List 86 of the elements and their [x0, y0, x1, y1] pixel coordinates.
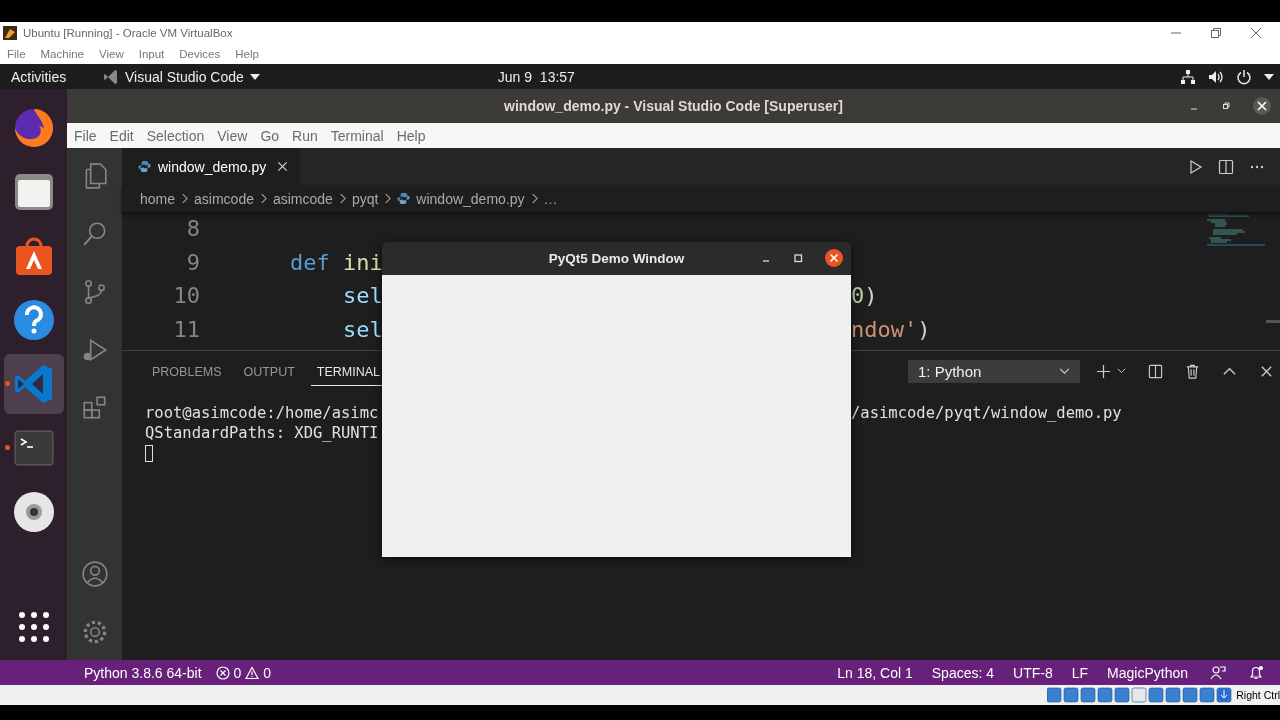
menu-item[interactable]: View — [99, 48, 124, 60]
menu-item[interactable]: Help — [396, 127, 426, 144]
problems-indicator[interactable]: 0 0 — [215, 664, 272, 681]
status-item[interactable]: Spaces: 4 — [931, 664, 995, 681]
menu-item[interactable]: Go — [260, 127, 280, 144]
text-cursor — [145, 444, 153, 462]
code-text: sel — [341, 316, 383, 342]
menu-item[interactable]: Help — [235, 48, 259, 60]
chevron-icon[interactable] — [1117, 368, 1126, 374]
terminal-select[interactable]: 1: Python — [908, 359, 1080, 383]
caret-icon — [249, 73, 260, 80]
bell-icon[interactable] — [1248, 664, 1264, 681]
minimap-drawing — [1206, 212, 1266, 248]
account-icon[interactable] — [80, 560, 109, 588]
close-icon[interactable] — [1252, 96, 1272, 116]
activities-button[interactable]: Activities — [0, 68, 103, 85]
run-icon[interactable] — [1187, 158, 1203, 175]
terminal-text: QStandardPaths: XDG_RUNTI — [145, 424, 379, 442]
chevron-icon — [338, 193, 346, 204]
app-icon — [3, 26, 17, 40]
clock[interactable]: Jun 9 13:57 — [497, 68, 575, 85]
code-text: 0) — [851, 283, 878, 309]
terminal-text: root@asimcode:/home/asimc — [145, 404, 379, 422]
window-title: PyQt5 Demo Window — [548, 251, 685, 266]
extensions-icon[interactable] — [80, 394, 109, 422]
power-icon[interactable] — [1236, 68, 1252, 85]
panel-tab[interactable]: OUTPUT — [237, 356, 301, 386]
menu-item[interactable]: Devices — [179, 48, 221, 60]
python-file-icon — [397, 192, 411, 205]
menu-item[interactable]: View — [217, 127, 248, 144]
chevron-icon — [530, 193, 538, 204]
editor-tab[interactable]: window_demo.py — [122, 148, 301, 185]
breadcrumb-item[interactable]: window_demo.py — [416, 190, 525, 207]
host-key-label: Right Ctrl — [1236, 689, 1280, 701]
code-text: ndow') — [851, 316, 931, 342]
network-icon[interactable] — [1180, 68, 1196, 85]
status-item[interactable]: LF — [1071, 664, 1089, 681]
breadcrumb-item[interactable]: asimcode — [272, 190, 333, 207]
app-menu[interactable]: Visual Studio Code — [103, 68, 260, 85]
menu-item[interactable]: File — [7, 48, 26, 60]
menu-item[interactable]: Edit — [109, 127, 134, 144]
help-icon — [11, 298, 56, 342]
chevron-icon — [1059, 367, 1070, 375]
code-text: sel — [341, 283, 383, 309]
window-title: Ubuntu [Running] - Oracle VM VirtualBox — [23, 27, 233, 39]
plus-icon[interactable] — [1096, 363, 1111, 379]
chevron-icon — [259, 193, 267, 204]
code-editor-icon — [103, 68, 119, 85]
status-item[interactable]: Ln 18, Col 1 — [837, 664, 913, 681]
line-number: 8 — [185, 216, 200, 242]
split-terminal-icon[interactable] — [1148, 363, 1163, 379]
restore-icon[interactable] — [1220, 100, 1232, 112]
menu-item[interactable]: Run — [292, 127, 318, 144]
split-editor-icon[interactable] — [1218, 158, 1234, 175]
menu-item[interactable]: Terminal — [330, 127, 384, 144]
menu-item[interactable]: File — [74, 127, 97, 144]
panel-tab[interactable]: PROBLEMS — [146, 356, 228, 386]
line-number: 11 — [172, 316, 200, 342]
app-grid-icon[interactable] — [18, 612, 49, 642]
status-item[interactable]: UTF-8 — [1013, 664, 1053, 681]
code-text: def ini — [288, 249, 383, 275]
maximize-icon[interactable] — [792, 252, 804, 264]
trash-icon[interactable] — [1185, 363, 1200, 379]
line-number: 9 — [185, 249, 200, 275]
breadcrumb-item[interactable]: home — [140, 190, 176, 207]
breadcrumb-item[interactable]: … — [543, 190, 558, 207]
menu-item[interactable]: Input — [138, 48, 165, 60]
restore-icon[interactable] — [1210, 27, 1222, 39]
caret-icon[interactable] — [1264, 73, 1274, 80]
window-title: window_demo.py - Visual Studio Code [Superuser] — [504, 98, 843, 114]
chevron-icon — [384, 193, 392, 204]
feedback-icon[interactable] — [1210, 664, 1226, 681]
status-item[interactable]: Python 3.8.6 64-bit — [84, 664, 202, 681]
device-icons-drawing[interactable] — [1047, 687, 1234, 703]
close-icon[interactable] — [824, 248, 844, 268]
chevron-icon — [181, 193, 189, 204]
scrollbar[interactable] — [1266, 320, 1280, 323]
disc-icon — [11, 490, 56, 534]
terminal-text: /asimcode/pyqt/window_demo.py — [851, 404, 1122, 422]
status-item[interactable]: MagicPython — [1107, 664, 1188, 681]
python-file-icon — [138, 160, 151, 173]
menu-item[interactable]: Selection — [146, 127, 205, 144]
menu-item[interactable]: Machine — [40, 48, 84, 60]
breadcrumb-item[interactable]: pyqt — [351, 190, 379, 207]
line-number: 10 — [172, 283, 200, 309]
breadcrumb-item[interactable]: asimcode — [194, 190, 254, 207]
